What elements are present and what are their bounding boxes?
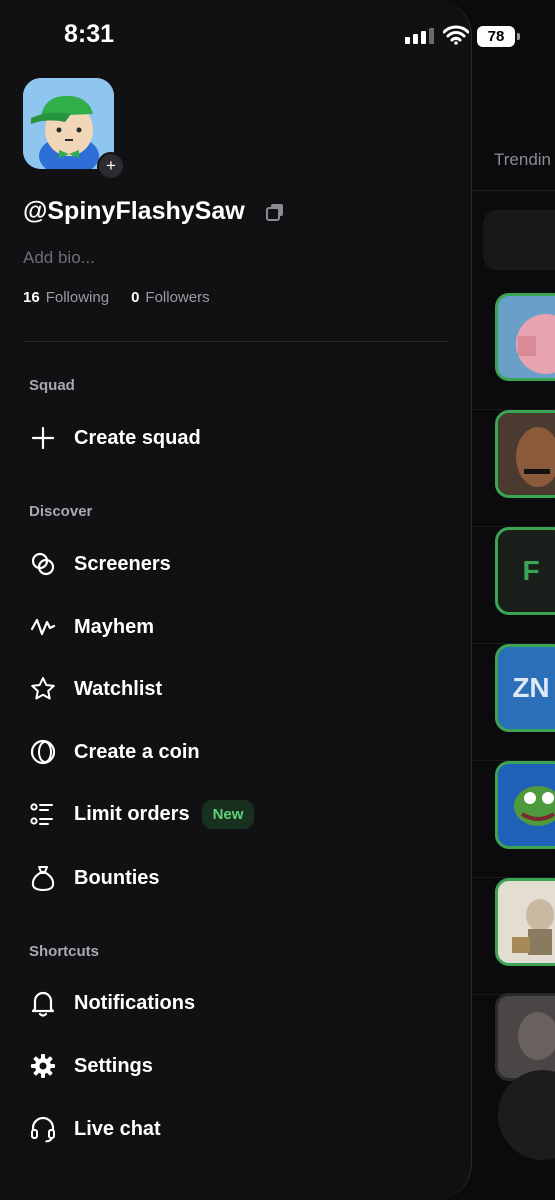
list-item[interactable] (470, 293, 555, 410)
menu-label: Mayhem (74, 615, 155, 638)
follow-stats: 16 Following 0 Followers (23, 289, 210, 306)
menu-label: Live chat (74, 1117, 161, 1140)
star-icon (23, 669, 63, 709)
coin-thumbnail (495, 761, 555, 849)
menu-item-mayhem[interactable]: Mayhem (23, 602, 448, 652)
menu-item-watchlist[interactable]: Watchlist (23, 664, 448, 714)
coin-thumbnail: F (495, 527, 555, 615)
menu-item-live-chat[interactable]: Live chat (23, 1104, 448, 1154)
gear-icon (23, 1046, 63, 1086)
money-bag-icon (23, 858, 63, 898)
status-time: 8:31 (64, 20, 115, 48)
section-label-shortcuts: Shortcuts (29, 943, 100, 960)
status-bar: 8:31 78 (0, 0, 555, 72)
menu-item-bounties[interactable]: Bounties (23, 853, 448, 903)
following-label: Following (45, 289, 110, 306)
menu-item-notifications[interactable]: Notifications (23, 978, 448, 1028)
menu-item-create-squad[interactable]: Create squad (23, 413, 448, 463)
menu-label: Watchlist (74, 677, 163, 700)
followers-count: 0 (131, 289, 140, 306)
copy-icon[interactable] (265, 202, 285, 222)
coin-thumbnail (495, 293, 555, 381)
followers-link[interactable]: 0 Followers (131, 289, 210, 306)
coin-icon (23, 732, 63, 772)
add-avatar-button[interactable]: + (97, 152, 125, 180)
battery-icon: 78 (477, 26, 520, 47)
list-item[interactable] (470, 410, 555, 527)
side-drawer: + @SpinyFlashySaw Add bio... 16 Following… (0, 0, 472, 1200)
tab-trending[interactable]: Trendin (494, 150, 551, 170)
coin-thumbnail (495, 878, 555, 966)
list-item[interactable] (470, 878, 555, 995)
divider (23, 341, 448, 342)
screeners-icon (23, 544, 63, 584)
menu-label: Screeners (74, 552, 171, 575)
search-bar[interactable] (483, 210, 555, 270)
following-count: 16 (23, 289, 40, 306)
list-icon (23, 794, 63, 834)
menu-label: Notifications (74, 991, 196, 1014)
menu-item-limit-orders[interactable]: Limit orders New (23, 789, 448, 839)
app-screen: Trendin F ZN 8:31 78 + @SpinyFlashySaw A… (0, 0, 555, 1200)
section-label-squad: Squad (29, 377, 75, 394)
followers-label: Followers (145, 289, 210, 306)
menu-item-screeners[interactable]: Screeners (23, 539, 448, 589)
menu-item-settings[interactable]: Settings (23, 1041, 448, 1091)
menu-label: Create squad (74, 426, 201, 449)
bio-input[interactable]: Add bio... (23, 248, 95, 268)
profile-username: @SpinyFlashySaw (23, 197, 245, 225)
menu-item-create-coin[interactable]: Create a coin (23, 727, 448, 777)
following-link[interactable]: 16 Following (23, 289, 109, 306)
menu-label: Limit orders (74, 802, 190, 825)
menu-label: Settings (74, 1054, 153, 1077)
bell-icon (23, 983, 63, 1023)
new-badge: New (201, 799, 255, 829)
list-item[interactable]: ZN (470, 644, 555, 761)
menu-label: Bounties (74, 866, 160, 889)
divider (470, 190, 555, 191)
pulse-icon (23, 607, 63, 647)
coin-thumbnail: ZN (495, 644, 555, 732)
list-item[interactable]: F (470, 527, 555, 644)
list-item[interactable] (470, 761, 555, 878)
coin-thumbnail (495, 993, 555, 1081)
menu-label: Create a coin (74, 740, 200, 763)
coin-thumbnail (495, 410, 555, 498)
plus-icon (23, 418, 63, 458)
section-label-discover: Discover (29, 503, 93, 520)
wifi-icon (443, 25, 469, 45)
headset-icon (23, 1109, 63, 1149)
signal-icon (405, 28, 434, 44)
